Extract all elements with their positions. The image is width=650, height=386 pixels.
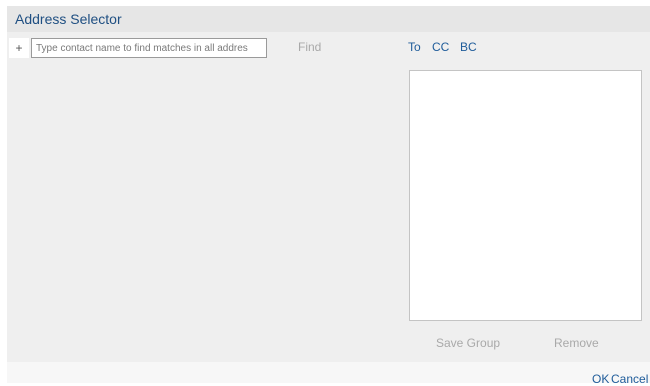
dialog-title: Address Selector [15,11,122,27]
tab-bc[interactable]: BC [460,40,477,54]
address-selector-dialog: Address Selector + Find To CC BC Save Gr… [7,6,650,386]
tab-cc[interactable]: CC [432,40,449,54]
find-button[interactable]: Find [298,40,321,54]
remove-button[interactable]: Remove [554,336,599,350]
contact-search-input[interactable] [31,38,267,58]
tab-to[interactable]: To [408,40,421,54]
save-group-button[interactable]: Save Group [436,336,500,350]
cancel-button[interactable]: Cancel [611,372,648,386]
ok-button[interactable]: OK [592,372,609,386]
title-bar: Address Selector [7,6,650,32]
footer-bar [7,362,650,383]
recipient-list[interactable] [409,70,642,321]
add-contact-button[interactable]: + [9,38,29,58]
